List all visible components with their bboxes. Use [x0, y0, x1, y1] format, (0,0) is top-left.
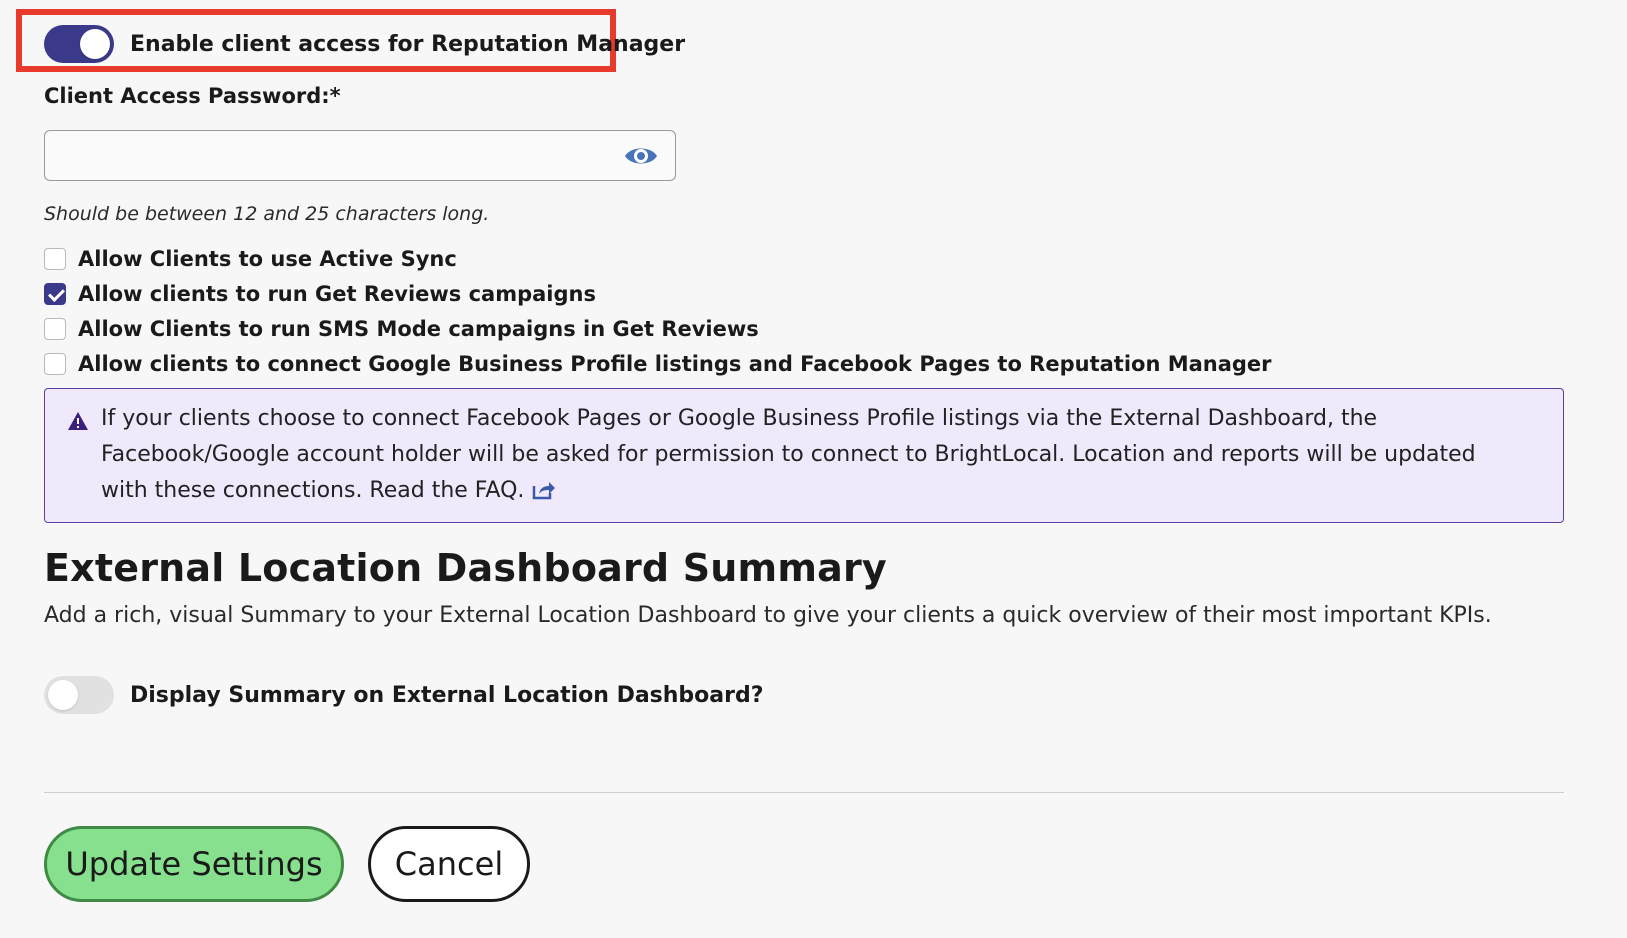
password-hint: Should be between 12 and 25 characters l…	[44, 203, 490, 225]
settings-page: Enable client access for Reputation Mana…	[0, 0, 1627, 938]
option-label: Allow clients to run Get Reviews campaig…	[78, 282, 596, 306]
display-summary-toggle[interactable]	[44, 676, 114, 714]
option-sms-mode: Allow Clients to run SMS Mode campaigns …	[44, 317, 759, 341]
client-access-label: Enable client access for Reputation Mana…	[130, 31, 686, 57]
option-active-sync: Allow Clients to use Active Sync	[44, 247, 457, 271]
client-access-toggle[interactable]	[44, 25, 114, 63]
update-settings-button[interactable]: Update Settings	[44, 826, 344, 902]
alert-text: If your clients choose to connect Facebo…	[101, 406, 1476, 503]
toggle-knob	[80, 29, 110, 59]
sms-mode-checkbox[interactable]	[44, 318, 66, 340]
password-input[interactable]	[55, 137, 619, 175]
option-get-reviews: Allow clients to run Get Reviews campaig…	[44, 282, 596, 306]
external-link-icon[interactable]	[532, 480, 556, 500]
connect-listings-checkbox[interactable]	[44, 353, 66, 375]
section-description: Add a rich, visual Summary to your Exter…	[44, 603, 1492, 628]
option-label: Allow Clients to run SMS Mode campaigns …	[78, 317, 759, 341]
warning-icon	[68, 412, 88, 430]
cancel-button[interactable]: Cancel	[368, 826, 530, 902]
option-connect-listings: Allow clients to connect Google Business…	[44, 352, 1272, 376]
client-access-row: Enable client access for Reputation Mana…	[44, 25, 685, 63]
toggle-knob	[48, 680, 78, 710]
active-sync-checkbox[interactable]	[44, 248, 66, 270]
eye-icon[interactable]	[623, 144, 659, 168]
display-summary-label: Display Summary on External Location Das…	[130, 682, 764, 708]
option-label: Allow clients to connect Google Business…	[78, 352, 1272, 376]
option-label: Allow Clients to use Active Sync	[78, 247, 457, 271]
section-title: External Location Dashboard Summary	[44, 546, 887, 590]
password-field	[44, 130, 676, 181]
divider	[44, 792, 1564, 793]
password-label: Client Access Password:*	[44, 84, 341, 108]
get-reviews-checkbox[interactable]	[44, 283, 66, 305]
display-summary-row: Display Summary on External Location Das…	[44, 676, 764, 714]
alert-message: If your clients choose to connect Facebo…	[101, 401, 1521, 509]
info-alert: If your clients choose to connect Facebo…	[44, 388, 1564, 523]
